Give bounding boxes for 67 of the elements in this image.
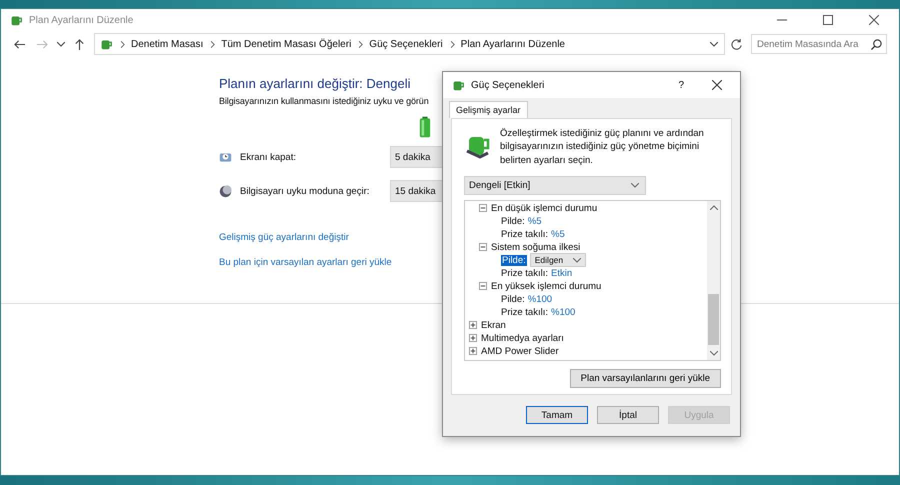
advanced-settings-link[interactable]: Gelişmiş güç ayarlarını değiştir [219,232,349,243]
dialog-button[interactable]: Tamam [526,406,588,424]
dialog-title: Güç Seçenekleri [471,80,546,90]
tree-item[interactable]: Multimedya ayarları [481,332,564,344]
chevron-right-icon [359,40,364,48]
tab[interactable]: Gelişmiş ayarlar [449,101,528,118]
refresh-icon[interactable] [731,38,742,50]
close-icon[interactable] [869,15,879,25]
close-icon[interactable] [712,80,722,90]
expand-icon[interactable] [469,321,477,330]
tree-item[interactable]: Sistem soğuma ilkesi [491,242,580,253]
collapse-icon[interactable] [479,243,487,252]
dialog-button[interactable]: İptal [597,406,659,424]
page-description: Bilgisayarınızın kullanmasını istediğiniz uyku ve görün [219,96,429,106]
intro-text: Özelleştirmek istediğiniz güç planını ve ardından bilgisayarınızın istediğiniz güç yönetme biçimini belirten ayarları seçin. [500,127,705,167]
chevron-down-icon [631,182,639,188]
setting-label: Bilgisayarı uyku moduna geçir: [240,186,370,196]
plan-dropdown[interactable]: Dengeli [Etkin] [464,176,646,195]
monitor-clock-icon [219,150,232,164]
setting-value[interactable]: %5 [528,216,542,227]
setting-value[interactable]: %100 [528,294,552,305]
breadcrumb-item[interactable]: Plan Ayarlarını Düzenle [460,38,565,50]
maximize-icon[interactable] [823,15,833,25]
tree-item[interactable]: AMD Power Slider [481,346,559,357]
setting-label[interactable]: Prize takılı: [501,306,548,318]
up-arrow-icon[interactable] [74,38,85,50]
collapse-icon[interactable] [479,204,487,212]
help-button[interactable]: ? [678,80,684,90]
collapse-icon[interactable] [479,282,487,290]
chevron-right-icon [211,40,216,48]
chevron-down-icon[interactable] [710,351,718,356]
tree-item[interactable]: En düşük işlemci durumu [491,202,598,214]
setting-label[interactable]: Pilde: [501,254,527,266]
chevron-down-icon[interactable] [57,42,65,46]
setting-label: Ekranı kapat: [240,152,297,162]
setting-label[interactable]: Prize takılı: [501,228,548,240]
setting-value[interactable]: %100 [551,306,576,318]
restore-defaults-button[interactable]: Plan varsayılanlarını geri yükle [570,369,721,388]
breadcrumb-item[interactable]: Denetim Masası [131,38,204,50]
setting-value[interactable]: %5 [551,228,565,240]
breadcrumb-item[interactable]: Tüm Denetim Masası Öğeleri [221,38,352,50]
address-bar[interactable]: Denetim Masası Tüm Denetim Masası Öğeleri Güç Seçenekleri Plan Ayarlarını Düzenle [94,33,725,55]
chevron-right-icon [121,40,125,48]
chevron-down-icon [573,258,582,263]
expand-icon[interactable] [469,334,477,342]
chevron-right-icon [450,40,455,48]
chevron-up-icon[interactable] [710,204,718,210]
restore-defaults-link[interactable]: Bu plan için varsayılan ayarları geri yükle [219,257,392,268]
chevron-down-icon[interactable] [710,42,718,46]
tree-item[interactable]: En yüksek işlemci durumu [491,280,602,292]
battery-icon [419,116,431,138]
expand-icon[interactable] [469,347,477,356]
search-icon [871,39,882,50]
scrollbar-thumb[interactable] [708,294,719,346]
setting-label[interactable]: Pilde: [501,294,525,305]
moon-icon [219,184,232,198]
tree-item[interactable]: Ekran [481,320,506,331]
setting-dropdown[interactable]: Edilgen [530,253,586,268]
setting-value[interactable]: Etkin [551,268,572,279]
search-field[interactable]: Denetim Masasında Ara [751,34,887,54]
window-title: Plan Ayarlarını Düzenle [29,14,134,26]
setting-label[interactable]: Pilde: [501,216,525,227]
page-heading: Planın ayarlarını değiştir: Dengeli [219,76,410,91]
setting-label[interactable]: Prize takılı: [501,268,548,279]
breadcrumb-item[interactable]: Güç Seçenekleri [369,38,443,50]
scrollbar[interactable] [707,200,720,360]
back-arrow-icon[interactable] [14,38,25,50]
